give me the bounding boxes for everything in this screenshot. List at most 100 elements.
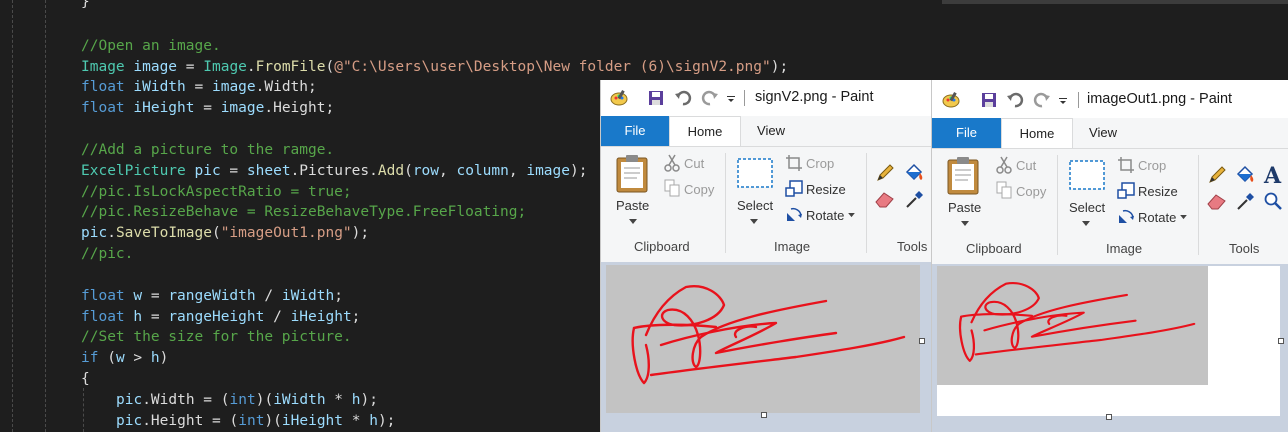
code-line[interactable]: float w = rangeWidth / iWidth;: [81, 286, 343, 306]
canvas-image[interactable]: [606, 265, 920, 413]
qat-dropdown-icon[interactable]: [726, 89, 736, 107]
code-line[interactable]: pic.Height = (int)(iHeight * h);: [116, 411, 395, 431]
canvas-image[interactable]: [937, 266, 1280, 416]
code-token: =: [142, 309, 169, 325]
rotate-button[interactable]: Rotate: [806, 208, 844, 223]
magnifier-icon[interactable]: [1263, 191, 1283, 211]
code-line[interactable]: //Add a picture to the ramge.: [81, 140, 334, 160]
code-line[interactable]: if (w > h): [81, 348, 168, 368]
cut-button[interactable]: Cut: [684, 156, 704, 171]
canvas-workspace[interactable]: [601, 262, 931, 432]
code-line[interactable]: float iHeight = image.Height;: [81, 98, 334, 118]
code-token: pic: [194, 163, 221, 179]
paint-window-signv2[interactable]: signV2.png - Paint File Home View Paste …: [600, 80, 931, 432]
cut-icon[interactable]: [996, 156, 1012, 174]
select-icon[interactable]: [736, 157, 774, 189]
tab-home[interactable]: Home: [1001, 118, 1073, 149]
paste-button[interactable]: Paste: [948, 200, 981, 215]
select-button[interactable]: Select: [737, 198, 773, 213]
resize-button[interactable]: Resize: [1138, 184, 1178, 199]
code-line[interactable]: Image image = Image.FromFile(@"C:\Users\…: [81, 57, 788, 77]
chevron-down-icon[interactable]: [750, 219, 758, 225]
rotate-icon[interactable]: [785, 205, 803, 223]
code-token: h: [150, 350, 160, 366]
copy-icon[interactable]: [996, 181, 1012, 199]
code-line[interactable]: ExcelPicture pic = sheet.Pictures.Add(ro…: [81, 161, 587, 181]
resize-handle[interactable]: [919, 338, 925, 344]
redo-icon[interactable]: [1033, 91, 1051, 109]
save-icon[interactable]: [647, 89, 665, 107]
chevron-down-icon[interactable]: [848, 213, 855, 218]
resize-handle[interactable]: [1106, 414, 1112, 420]
select-icon[interactable]: [1068, 159, 1106, 191]
chevron-down-icon[interactable]: [1180, 215, 1187, 220]
color-picker-icon[interactable]: [905, 189, 925, 209]
undo-icon[interactable]: [674, 89, 692, 107]
code-line[interactable]: //pic.ResizeBehave = ResizeBehaveType.Fr…: [81, 202, 526, 222]
fill-icon[interactable]: [903, 162, 925, 184]
cut-icon[interactable]: [664, 154, 680, 172]
tab-view[interactable]: View: [743, 116, 799, 146]
crop-button[interactable]: Crop: [806, 156, 834, 171]
qat-dropdown-icon[interactable]: [1058, 91, 1068, 109]
crop-button[interactable]: Crop: [1138, 158, 1166, 173]
code-token: FromFile: [255, 59, 326, 75]
code-line[interactable]: //pic.IsLockAspectRatio = true;: [81, 182, 352, 202]
cut-button[interactable]: Cut: [1016, 158, 1036, 173]
resize-handle[interactable]: [1278, 338, 1284, 344]
redo-icon[interactable]: [701, 89, 719, 107]
chevron-down-icon[interactable]: [1082, 221, 1090, 227]
code-token: Image: [203, 59, 247, 75]
code-line[interactable]: pic.Width = (int)(iWidth * h);: [116, 390, 378, 410]
paste-icon[interactable]: [615, 153, 651, 193]
rotate-icon[interactable]: [1117, 207, 1135, 225]
canvas-workspace[interactable]: [932, 264, 1288, 432]
copy-button[interactable]: Copy: [1016, 184, 1046, 199]
code-line[interactable]: float h = rangeHeight / iHeight;: [81, 307, 360, 327]
group-separator: [1198, 155, 1199, 255]
resize-icon[interactable]: [785, 180, 803, 198]
code-token: //Set the size for the picture.: [81, 329, 352, 345]
pencil-icon[interactable]: [1207, 165, 1227, 185]
crop-icon[interactable]: [785, 154, 803, 172]
undo-icon[interactable]: [1006, 91, 1024, 109]
paste-button[interactable]: Paste: [616, 198, 649, 213]
chevron-down-icon[interactable]: [629, 219, 637, 225]
chevron-down-icon[interactable]: [961, 221, 969, 227]
resize-handle[interactable]: [761, 412, 767, 418]
pencil-icon[interactable]: [875, 163, 895, 183]
title-bar[interactable]: imageOut1.png - Paint: [932, 80, 1288, 116]
paste-icon[interactable]: [946, 155, 982, 195]
code-line[interactable]: //Set the size for the picture.: [81, 327, 352, 347]
code-token: {: [81, 371, 90, 387]
window-title: signV2.png - Paint: [755, 89, 874, 105]
tab-home[interactable]: Home: [669, 116, 741, 147]
tab-view[interactable]: View: [1075, 118, 1131, 148]
select-button[interactable]: Select: [1069, 200, 1105, 215]
code-line[interactable]: pic.SaveToImage("imageOut1.png");: [81, 223, 369, 243]
tab-file[interactable]: File: [601, 116, 669, 146]
tab-file[interactable]: File: [932, 118, 1001, 148]
rotate-button[interactable]: Rotate: [1138, 210, 1176, 225]
title-bar[interactable]: signV2.png - Paint: [601, 80, 931, 116]
resize-button[interactable]: Resize: [806, 182, 846, 197]
code-token: (: [98, 350, 116, 366]
resize-icon[interactable]: [1117, 182, 1135, 200]
eraser-icon[interactable]: [1207, 192, 1227, 210]
color-picker-icon[interactable]: [1236, 191, 1256, 211]
code-line[interactable]: //pic.: [81, 244, 133, 264]
copy-button[interactable]: Copy: [684, 182, 714, 197]
code-line[interactable]: //Open an image.: [81, 36, 221, 56]
code-line[interactable]: float iWidth = image.Width;: [81, 77, 317, 97]
code-line[interactable]: {: [81, 369, 90, 389]
paint-window-imageout1[interactable]: imageOut1.png - Paint File Home View Pas…: [931, 80, 1288, 432]
paint-app-icon[interactable]: [610, 89, 628, 107]
copy-icon[interactable]: [664, 179, 680, 197]
code-line[interactable]: }: [81, 0, 90, 12]
paint-app-icon[interactable]: [942, 91, 960, 109]
text-icon[interactable]: A: [1262, 163, 1284, 187]
crop-icon[interactable]: [1117, 156, 1135, 174]
save-icon[interactable]: [980, 91, 998, 109]
fill-icon[interactable]: [1234, 164, 1256, 186]
eraser-icon[interactable]: [875, 190, 895, 208]
